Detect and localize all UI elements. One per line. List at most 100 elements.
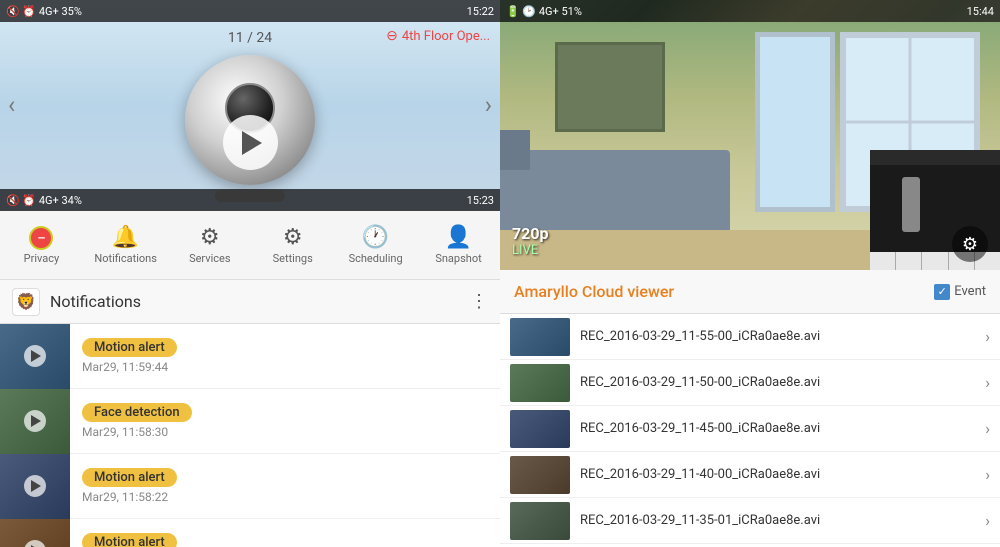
list-item[interactable]: REC_2016-03-29_11-45-00_iCRa0ae8e.avi ›: [500, 406, 1000, 452]
event-checkbox-icon: ✓: [934, 284, 950, 300]
recording-name: REC_2016-03-29_11-50-00_iCRa0ae8e.avi: [580, 375, 975, 390]
cloud-viewer: Amaryllo Cloud viewer ✓ Event REC_2016-0…: [500, 270, 1000, 547]
privacy-icon: [29, 226, 53, 250]
piano-key: [870, 252, 896, 270]
list-item[interactable]: Face detection Mar29, 11:58:30: [0, 389, 500, 454]
notification-content-3: Motion alert Mar29, 11:58:22: [70, 462, 189, 510]
snapshot-icon: 👤: [445, 225, 472, 250]
recording-name: REC_2016-03-29_11-35-01_iCRa0ae8e.avi: [580, 513, 975, 528]
live-badge: 720p LIVE: [512, 224, 549, 258]
settings-button[interactable]: ⚙: [952, 226, 988, 262]
toolbar-scheduling[interactable]: 🕐 Scheduling: [346, 225, 406, 265]
recording-thumbnail-5: [510, 502, 570, 540]
status-bar-right: 🔋 🕑 4G+ 51% 15:44: [500, 0, 1000, 22]
toolbar: 🔇 ⏰ 4G+ 34% 15:23 Privacy 🔔 Notification…: [0, 210, 500, 280]
list-item[interactable]: REC_2016-03-29_11-50-00_iCRa0ae8e.avi ›: [500, 360, 1000, 406]
privacy-label: Privacy: [24, 252, 60, 265]
camera-name: ⊖ 4th Floor Ope...: [386, 28, 490, 44]
window-divider-h: [846, 121, 974, 124]
status-icons-left: 🔇 ⏰ 4G+ 35%: [6, 5, 82, 18]
right-panel: 🔋 🕑 4G+ 51% 15:44: [500, 0, 1000, 547]
play-icon: [31, 350, 41, 362]
chevron-right-icon: ›: [985, 465, 990, 484]
sofa: [500, 150, 730, 230]
recordings-list: REC_2016-03-29_11-55-00_iCRa0ae8e.avi › …: [500, 314, 1000, 547]
thumb-play-icon: [24, 475, 46, 497]
recording-thumbnail-4: [510, 456, 570, 494]
next-camera-button[interactable]: ›: [485, 91, 492, 119]
alert-badge: Motion alert: [82, 338, 177, 357]
cloud-header: Amaryllo Cloud viewer ✓ Event: [500, 270, 1000, 314]
toolbar-notifications[interactable]: 🔔 Notifications: [94, 225, 157, 265]
list-item[interactable]: Motion alert Mar29, 11:58:22: [0, 454, 500, 519]
window-left: [755, 32, 835, 212]
notification-thumbnail-3: [0, 454, 70, 519]
chevron-right-icon: ›: [985, 511, 990, 530]
recording-name: REC_2016-03-29_11-45-00_iCRa0ae8e.avi: [580, 421, 975, 436]
thumb-play-icon: [24, 345, 46, 367]
scheduling-label: Scheduling: [349, 252, 403, 265]
settings-icon: ⚙: [283, 225, 303, 250]
notification-content-1: Motion alert Mar29, 11:59:44: [70, 332, 189, 380]
app-logo: 🦁: [12, 288, 40, 316]
live-status: LIVE: [512, 243, 549, 258]
event-filter[interactable]: ✓ Event: [934, 284, 986, 300]
notification-content-4: Motion alert Mar29, 11:57:00: [70, 527, 189, 547]
notifications-menu-button[interactable]: ⋮: [470, 291, 488, 312]
live-resolution: 720p: [512, 224, 549, 243]
alert-badge: Face detection: [82, 403, 192, 422]
list-item[interactable]: Motion alert Mar29, 11:57:00: [0, 519, 500, 547]
piano-key: [922, 252, 948, 270]
piano-key: [896, 252, 922, 270]
chevron-right-icon: ›: [985, 419, 990, 438]
list-item[interactable]: Motion alert Mar29, 11:59:44: [0, 324, 500, 389]
notifications-title: Notifications: [50, 292, 460, 311]
notifications-label: Notifications: [94, 252, 157, 265]
play-icon: [242, 131, 262, 155]
notification-thumbnail-2: [0, 389, 70, 454]
cloud-title: Amaryllo Cloud viewer: [514, 282, 674, 301]
recording-thumbnail-2: [510, 364, 570, 402]
list-item[interactable]: REC_2016-03-29_11-55-00_iCRa0ae8e.avi ›: [500, 314, 1000, 360]
toolbar-snapshot[interactable]: 👤 Snapshot: [429, 225, 489, 265]
status-bar-left: 🔇 ⏰ 4G+ 35% 15:22: [0, 0, 500, 22]
notifications-panel: 🦁 Notifications ⋮ Motion alert Mar29, 11…: [0, 280, 500, 547]
services-label: Services: [189, 252, 230, 265]
recording-name: REC_2016-03-29_11-40-00_iCRa0ae8e.avi: [580, 467, 975, 482]
list-item[interactable]: REC_2016-03-29_11-40-00_iCRa0ae8e.avi ›: [500, 452, 1000, 498]
play-icon: [31, 480, 41, 492]
chevron-right-icon: ›: [985, 327, 990, 346]
camera-ball: [185, 55, 315, 185]
sofa-arm: [500, 130, 530, 170]
play-button[interactable]: [223, 115, 278, 170]
status-time-left: 15:22: [467, 5, 494, 18]
notification-time: Mar29, 11:59:44: [82, 360, 177, 374]
left-panel: 🔇 ⏰ 4G+ 35% 15:22 11 / 24 ⊖ 4th Floor Op…: [0, 0, 500, 547]
status-icons-mid: 🔇 ⏰ 4G+ 34%: [6, 194, 82, 207]
recording-name: REC_2016-03-29_11-55-00_iCRa0ae8e.avi: [580, 329, 975, 344]
notification-time: Mar29, 11:58:22: [82, 490, 177, 504]
services-icon: ⚙: [200, 225, 220, 250]
status-icons-right: 🔋 🕑 4G+ 51%: [506, 5, 582, 18]
prev-camera-button[interactable]: ‹: [8, 91, 15, 119]
notifications-header: 🦁 Notifications ⋮: [0, 280, 500, 324]
wall-decor: [555, 42, 665, 132]
chevron-right-icon: ›: [985, 373, 990, 392]
status-bar-mid: 🔇 ⏰ 4G+ 34% 15:23: [0, 189, 500, 211]
recording-thumbnail-3: [510, 410, 570, 448]
room-scene: [500, 22, 1000, 270]
recording-thumbnail-1: [510, 318, 570, 356]
piano-top: [870, 150, 1000, 165]
notification-time: Mar29, 11:58:30: [82, 425, 192, 439]
live-camera: 🔋 🕑 4G+ 51% 15:44: [500, 0, 1000, 270]
toolbar-privacy[interactable]: Privacy: [11, 226, 71, 265]
thumb-play-icon: [24, 410, 46, 432]
toolbar-services[interactable]: ⚙ Services: [180, 225, 240, 265]
list-item[interactable]: REC_2016-03-29_11-35-01_iCRa0ae8e.avi ›: [500, 498, 1000, 544]
toolbar-settings[interactable]: ⚙ Settings: [263, 225, 323, 265]
notification-thumbnail-1: [0, 324, 70, 389]
notification-content-2: Face detection Mar29, 11:58:30: [70, 397, 204, 445]
settings-label: Settings: [273, 252, 313, 265]
alert-badge: Motion alert: [82, 468, 177, 487]
status-time-mid: 15:23: [467, 194, 494, 207]
